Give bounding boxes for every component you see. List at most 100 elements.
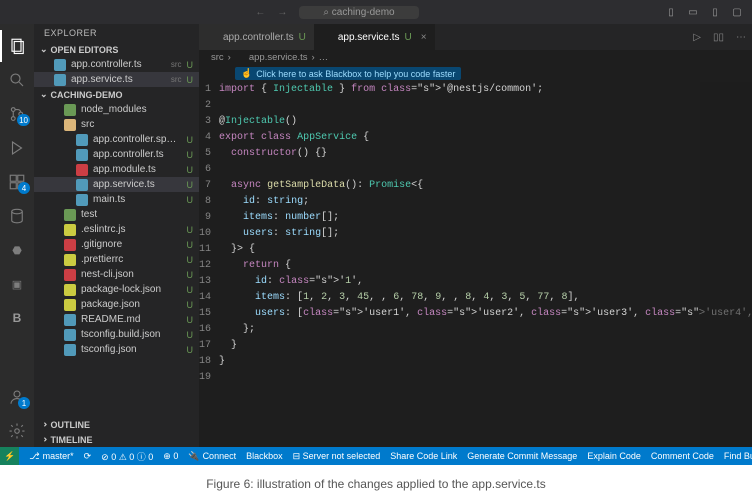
file-name: README.md bbox=[81, 314, 182, 325]
code-editor[interactable]: 12345678910111213141516171819 import { I… bbox=[199, 82, 752, 447]
status-item[interactable]: Share Code Link bbox=[390, 451, 457, 462]
file-name: tsconfig.build.json bbox=[81, 329, 182, 340]
activity-db[interactable] bbox=[0, 200, 34, 232]
minimap[interactable] bbox=[700, 82, 752, 447]
activity-account[interactable]: 1 bbox=[0, 381, 34, 413]
tab-label: app.service.ts bbox=[338, 32, 400, 43]
file-name: nest-cli.json bbox=[81, 269, 182, 280]
crumb-file: app.service.ts bbox=[249, 52, 308, 63]
blackbox-hint[interactable]: ☝Click here to ask Blackbox to help you … bbox=[235, 67, 461, 80]
layout-bottom-icon[interactable]: ▭ bbox=[686, 5, 700, 19]
chevron-down-icon: ⌄ bbox=[40, 89, 48, 100]
file-name: app.service.ts bbox=[71, 74, 166, 85]
activity-scm[interactable]: 10 bbox=[0, 98, 34, 130]
file-icon bbox=[76, 179, 88, 191]
code-content[interactable]: import { Injectable } from class="s">'@n… bbox=[219, 82, 752, 447]
status-sync[interactable]: ⟳ bbox=[84, 451, 92, 462]
status-bar: ⚡ ⎇ master* ⟳ ⊘ 0 ⚠ 0 ⓘ 0 ⊕ 0 🔌 Connect … bbox=[0, 447, 752, 465]
status-branch[interactable]: ⎇ master* bbox=[29, 451, 73, 462]
side-bar: EXPLORER ⌄OPEN EDITORS app.controller.ts… bbox=[34, 24, 199, 447]
command-center[interactable]: ⌕ caching-demo bbox=[299, 6, 418, 19]
file-name: src bbox=[81, 119, 188, 130]
open-editors-section[interactable]: ⌄OPEN EDITORS bbox=[34, 42, 199, 57]
activity-settings[interactable] bbox=[0, 415, 34, 447]
activity-extensions[interactable]: 4 bbox=[0, 166, 34, 198]
tree-item[interactable]: nest-cli.jsonU bbox=[34, 267, 199, 282]
file-icon bbox=[64, 344, 76, 356]
editor-tab[interactable]: app.service.tsU× bbox=[314, 24, 435, 50]
tree-item[interactable]: tsconfig.jsonU bbox=[34, 342, 199, 357]
activity-explorer[interactable] bbox=[0, 30, 34, 62]
file-icon bbox=[64, 299, 76, 311]
open-editor-item[interactable]: app.service.tssrcU bbox=[34, 72, 199, 87]
file-name: app.module.ts bbox=[93, 164, 182, 175]
tree-item[interactable]: app.service.tsU bbox=[34, 177, 199, 192]
more-icon[interactable]: ⋯ bbox=[730, 32, 752, 43]
file-name: app.controller.spec.ts bbox=[93, 134, 182, 145]
file-icon bbox=[64, 284, 76, 296]
status-port[interactable]: ⊕ 0 bbox=[163, 451, 178, 462]
gutter: 12345678910111213141516171819 bbox=[199, 82, 219, 447]
status-item[interactable]: Comment Code bbox=[651, 451, 714, 462]
split-icon[interactable]: ▯▯ bbox=[707, 32, 730, 43]
nav-fwd-icon[interactable]: → bbox=[275, 5, 289, 19]
timeline-section[interactable]: ⌄TIMELINE bbox=[34, 432, 199, 447]
nav-back-icon[interactable]: ← bbox=[253, 5, 267, 19]
activity-b[interactable]: B bbox=[0, 302, 34, 334]
sidebar-title: EXPLORER bbox=[34, 24, 199, 42]
status-problems[interactable]: ⊘ 0 ⚠ 0 ⓘ 0 bbox=[101, 450, 153, 463]
crumb-more: … bbox=[319, 52, 329, 63]
chevron-down-icon: ⌄ bbox=[40, 44, 48, 55]
run-icon[interactable]: ▷ bbox=[687, 32, 707, 43]
tree-item[interactable]: README.mdU bbox=[34, 312, 199, 327]
file-icon bbox=[64, 119, 76, 131]
tree-item[interactable]: tsconfig.build.jsonU bbox=[34, 327, 199, 342]
status-item[interactable]: Generate Commit Message bbox=[467, 451, 577, 462]
activity-run[interactable] bbox=[0, 132, 34, 164]
tree-item[interactable]: .prettierrcU bbox=[34, 252, 199, 267]
activity-python[interactable]: ⬣ bbox=[0, 234, 34, 266]
status-item[interactable]: ⊟ Server not selected bbox=[293, 451, 381, 462]
activity-search[interactable] bbox=[0, 64, 34, 96]
file-icon bbox=[235, 53, 245, 63]
remote-indicator[interactable]: ⚡ bbox=[0, 447, 19, 465]
status-item[interactable]: Blackbox bbox=[246, 451, 283, 462]
file-icon bbox=[54, 74, 66, 86]
tab-label: app.controller.ts bbox=[223, 32, 294, 43]
tree-item[interactable]: .eslintrc.jsU bbox=[34, 222, 199, 237]
tree-item[interactable]: node_modules bbox=[34, 102, 199, 117]
open-editor-item[interactable]: app.controller.tssrcU bbox=[34, 57, 199, 72]
tree-item[interactable]: app.controller.spec.tsU bbox=[34, 132, 199, 147]
acct-badge: 1 bbox=[18, 397, 30, 409]
tree-item[interactable]: package.jsonU bbox=[34, 297, 199, 312]
project-section[interactable]: ⌄CACHING-DEMO bbox=[34, 87, 199, 102]
tree-item[interactable]: app.module.tsU bbox=[34, 162, 199, 177]
ext-badge: 4 bbox=[18, 182, 30, 194]
outline-section[interactable]: ⌄OUTLINE bbox=[34, 417, 199, 432]
breadcrumb[interactable]: src› app.service.ts› … bbox=[199, 50, 752, 65]
tree-item[interactable]: main.tsU bbox=[34, 192, 199, 207]
tree-item[interactable]: src bbox=[34, 117, 199, 132]
status-connect[interactable]: 🔌 Connect bbox=[188, 451, 236, 462]
tree-item[interactable]: package-lock.jsonU bbox=[34, 282, 199, 297]
close-icon[interactable]: × bbox=[421, 32, 427, 43]
status-item[interactable]: Explain Code bbox=[587, 451, 641, 462]
file-name: .prettierrc bbox=[81, 254, 182, 265]
tree-item[interactable]: test bbox=[34, 207, 199, 222]
activity-docker[interactable]: ▣ bbox=[0, 268, 34, 300]
file-name: package.json bbox=[81, 299, 182, 310]
hand-icon: ☝ bbox=[241, 68, 252, 79]
file-name: .eslintrc.js bbox=[81, 224, 182, 235]
file-name: .gitignore bbox=[81, 239, 182, 250]
file-icon bbox=[54, 59, 66, 71]
tree-item[interactable]: app.controller.tsU bbox=[34, 147, 199, 162]
search-text: caching-demo bbox=[332, 7, 395, 18]
layout-right-icon[interactable]: ▯ bbox=[708, 5, 722, 19]
status-item[interactable]: Find Bugs bbox=[724, 451, 752, 462]
layout-left-icon[interactable]: ▯ bbox=[664, 5, 678, 19]
editor-tab[interactable]: app.controller.tsU bbox=[199, 24, 314, 50]
tree-item[interactable]: .gitignoreU bbox=[34, 237, 199, 252]
vscode-window: ← → ⌕ caching-demo ▯ ▭ ▯ ▢ 10 4 ⬣ ▣ B bbox=[0, 0, 752, 465]
layout-custom-icon[interactable]: ▢ bbox=[730, 5, 744, 19]
file-name: tsconfig.json bbox=[81, 344, 182, 355]
